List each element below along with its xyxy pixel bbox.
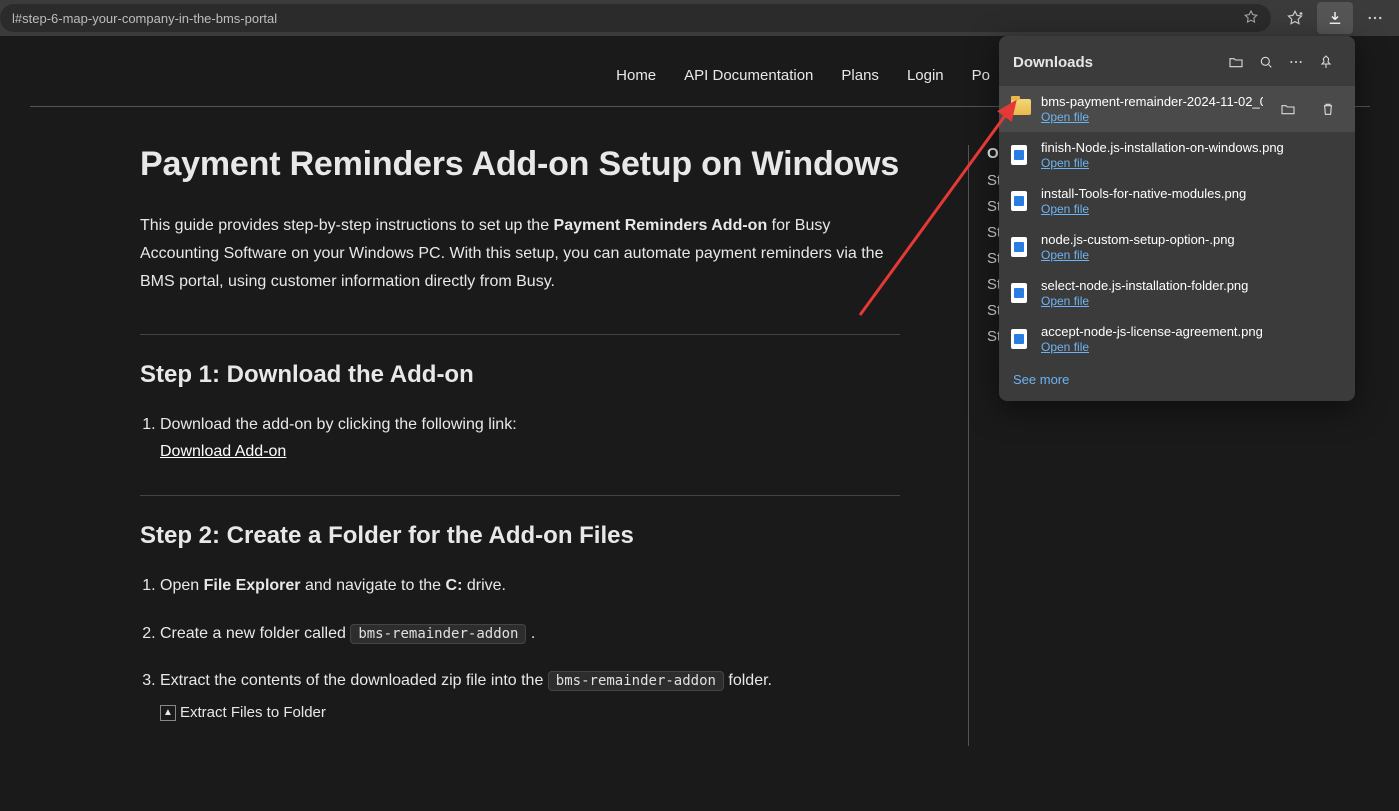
folder-name-code: bms-remainder-addon — [350, 624, 526, 644]
image-icon: ▲ — [160, 705, 176, 721]
step2-item2: Create a new folder called bms-remainder… — [160, 620, 900, 647]
image-file-icon — [1011, 145, 1027, 165]
download-item[interactable]: finish-Node.js-installation-on-windows.p… — [999, 132, 1355, 178]
url-bar[interactable]: l#step-6-map-your-company-in-the-bms-por… — [0, 4, 1271, 32]
download-filename: finish-Node.js-installation-on-windows.p… — [1041, 140, 1343, 155]
section-divider — [140, 334, 900, 335]
open-file-link[interactable]: Open file — [1041, 248, 1089, 262]
step2-item1: Open File Explorer and navigate to the C… — [160, 572, 900, 599]
search-downloads-icon[interactable] — [1251, 48, 1281, 76]
download-filename: install-Tools-for-native-modules.png — [1041, 186, 1343, 201]
image-file-icon — [1011, 329, 1027, 349]
show-in-folder-icon[interactable] — [1273, 95, 1303, 123]
nav-login[interactable]: Login — [907, 67, 944, 84]
section-divider — [140, 495, 900, 496]
download-filename: select-node.js-installation-folder.png — [1041, 278, 1343, 293]
image-file-icon — [1011, 283, 1027, 303]
download-item[interactable]: select-node.js-installation-folder.png O… — [999, 270, 1355, 316]
downloads-toolbar-icon[interactable] — [1317, 2, 1353, 34]
browser-toolbar: l#step-6-map-your-company-in-the-bms-por… — [0, 0, 1399, 36]
download-filename: bms-payment-remainder-2024-11-02_0 — [1041, 94, 1263, 109]
step1-heading: Step 1: Download the Add-on — [140, 361, 900, 389]
broken-image-placeholder: ▲ Extract Files to Folder — [160, 700, 326, 726]
page-title: Payment Reminders Add-on Setup on Window… — [140, 145, 900, 184]
more-menu-icon[interactable] — [1357, 2, 1393, 34]
bookmark-star-icon[interactable] — [1243, 9, 1259, 28]
see-more-link[interactable]: See more — [999, 362, 1355, 389]
url-text: l#step-6-map-your-company-in-the-bms-por… — [12, 11, 277, 26]
nav-plans[interactable]: Plans — [841, 67, 879, 84]
download-item[interactable]: bms-payment-remainder-2024-11-02_0 Open … — [999, 86, 1355, 132]
step2-item3: Extract the contents of the downloaded z… — [160, 667, 900, 726]
download-filename: node.js-custom-setup-option-.png — [1041, 232, 1343, 247]
download-addon-link[interactable]: Download Add-on — [160, 443, 286, 460]
step1-item1: Download the add-on by clicking the foll… — [160, 411, 900, 465]
favorites-icon[interactable] — [1277, 2, 1313, 34]
download-filename: accept-node-js-license-agreement.png — [1041, 324, 1343, 339]
download-item[interactable]: accept-node-js-license-agreement.png Ope… — [999, 316, 1355, 362]
downloads-panel: Downloads bms-payment-remainder-2024-11-… — [999, 36, 1355, 401]
download-item[interactable]: node.js-custom-setup-option-.png Open fi… — [999, 224, 1355, 270]
folder-icon — [1011, 99, 1031, 115]
open-file-link[interactable]: Open file — [1041, 340, 1089, 354]
open-file-link[interactable]: Open file — [1041, 202, 1089, 216]
nav-home[interactable]: Home — [616, 67, 656, 84]
pin-downloads-icon[interactable] — [1311, 48, 1341, 76]
open-file-link[interactable]: Open file — [1041, 294, 1089, 308]
open-file-link[interactable]: Open file — [1041, 110, 1089, 124]
download-item[interactable]: install-Tools-for-native-modules.png Ope… — [999, 178, 1355, 224]
downloads-title: Downloads — [1013, 54, 1093, 71]
open-downloads-folder-icon[interactable] — [1221, 48, 1251, 76]
delete-download-icon[interactable] — [1313, 95, 1343, 123]
step2-heading: Step 2: Create a Folder for the Add-on F… — [140, 522, 900, 550]
article: Payment Reminders Add-on Setup on Window… — [140, 145, 900, 746]
image-file-icon — [1011, 191, 1027, 211]
open-file-link[interactable]: Open file — [1041, 156, 1089, 170]
nav-api-documentation[interactable]: API Documentation — [684, 67, 813, 84]
folder-name-code: bms-remainder-addon — [548, 671, 724, 691]
nav-portal[interactable]: Po — [972, 67, 990, 84]
image-file-icon — [1011, 237, 1027, 257]
intro-paragraph: This guide provides step-by-step instruc… — [140, 212, 900, 296]
more-downloads-icon[interactable] — [1281, 48, 1311, 76]
